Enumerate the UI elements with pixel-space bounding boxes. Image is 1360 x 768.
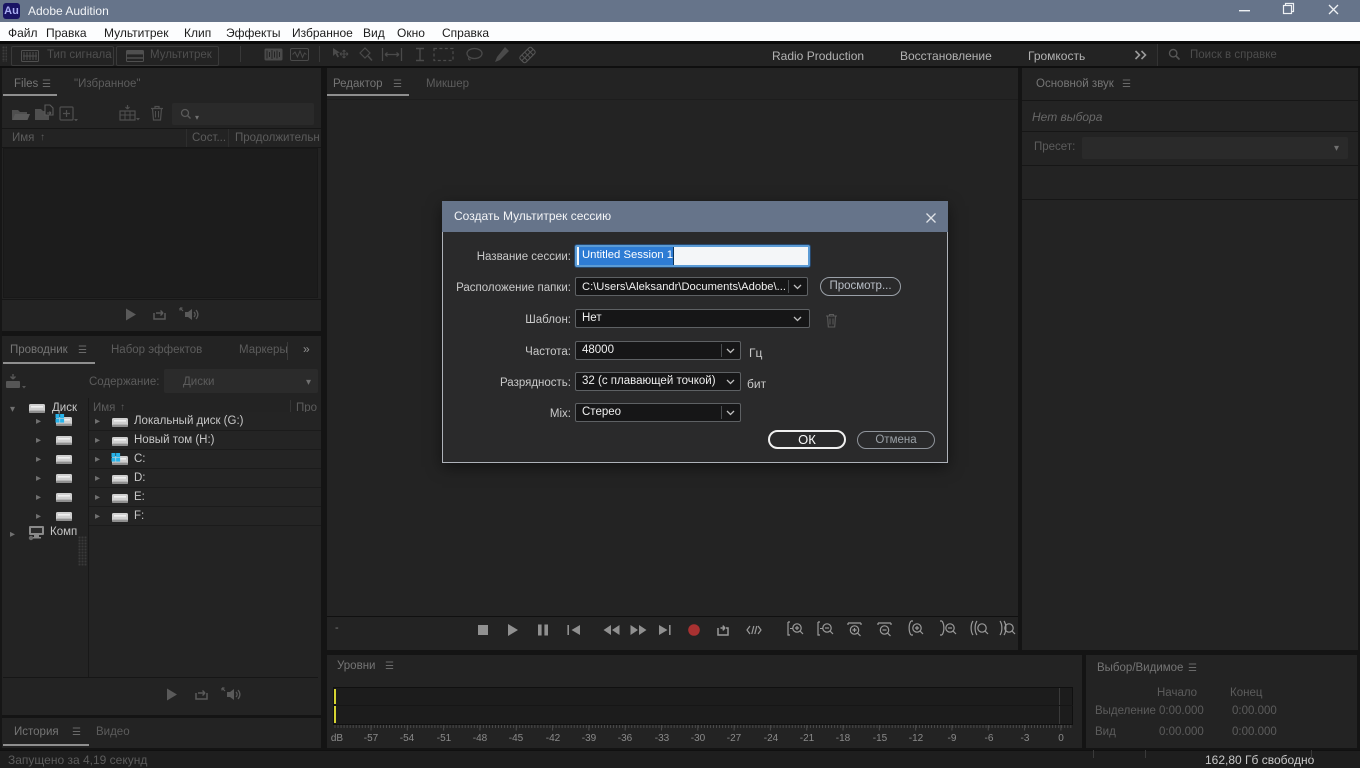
svg-text:-42: -42 (546, 733, 561, 744)
svg-text:-27: -27 (727, 733, 742, 744)
svg-text:-12: -12 (909, 733, 924, 744)
svg-text:-30: -30 (691, 733, 706, 744)
svg-text:-51: -51 (437, 733, 452, 744)
svg-text:-48: -48 (473, 733, 488, 744)
svg-text:-57: -57 (364, 733, 379, 744)
svg-text:-24: -24 (764, 733, 779, 744)
svg-text:-6: -6 (985, 733, 994, 744)
svg-text:-39: -39 (582, 733, 597, 744)
svg-text:0: 0 (1058, 733, 1064, 744)
svg-text:-21: -21 (800, 733, 815, 744)
svg-text:-54: -54 (400, 733, 415, 744)
svg-text:-9: -9 (948, 733, 957, 744)
svg-text:-15: -15 (873, 733, 888, 744)
svg-text:-36: -36 (618, 733, 633, 744)
svg-text:-45: -45 (509, 733, 524, 744)
svg-text:-18: -18 (836, 733, 851, 744)
svg-text:-33: -33 (655, 733, 670, 744)
svg-text:-3: -3 (1021, 733, 1030, 744)
svg-text:dB: dB (331, 733, 344, 744)
